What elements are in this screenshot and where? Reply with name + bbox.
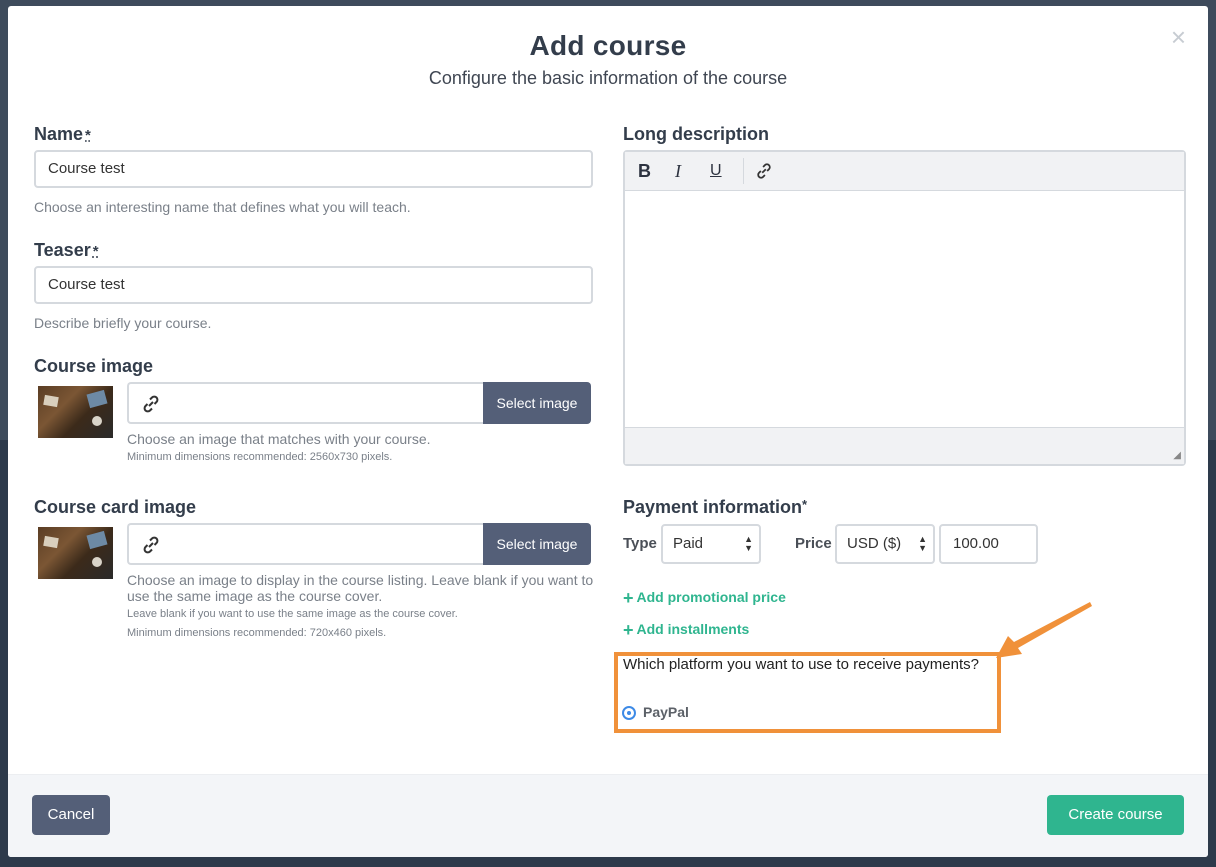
course-image-url-input[interactable] xyxy=(127,382,483,424)
type-select[interactable]: Paid ▲ ▼ xyxy=(661,524,761,564)
teaser-label-text: Teaser xyxy=(34,240,91,260)
add-promotional-price-text: Add promotional price xyxy=(636,589,786,605)
select-arrows-icon: ▲ ▼ xyxy=(918,534,927,553)
price-input[interactable]: 100.00 xyxy=(939,524,1038,564)
editor-toolbar: B I U xyxy=(625,152,1184,191)
name-input[interactable]: Course test xyxy=(34,150,593,188)
bold-button[interactable]: B xyxy=(638,161,651,182)
card-image-dimensions: Minimum dimensions recommended: 720x460 … xyxy=(127,627,387,639)
course-image-thumbnail xyxy=(38,386,113,438)
card-image-blank-note: Leave blank if you want to use the same … xyxy=(127,608,458,620)
plus-icon: + xyxy=(623,620,634,640)
type-select-value: Paid xyxy=(673,535,704,552)
long-description-editor[interactable]: B I U ◢ xyxy=(623,150,1186,466)
plus-icon: + xyxy=(623,588,634,608)
payment-label-text: Payment information xyxy=(623,497,803,517)
cancel-button[interactable]: Cancel xyxy=(32,795,110,835)
modal-title: Add course xyxy=(529,30,687,61)
add-installments-link[interactable]: + Add installments xyxy=(623,620,749,641)
course-image-label: Course image xyxy=(34,356,154,376)
paypal-radio[interactable] xyxy=(622,706,636,720)
annotation-arrow-icon xyxy=(996,602,1092,658)
select-arrows-icon: ▲ ▼ xyxy=(744,534,753,553)
modal-subtitle: Configure the basic information of the c… xyxy=(428,68,788,88)
name-required-mark: * xyxy=(85,127,91,144)
payment-label: Payment information* xyxy=(623,497,807,518)
course-image-select-button[interactable]: Select image xyxy=(483,382,591,424)
link-icon xyxy=(143,395,159,413)
add-installments-text: Add installments xyxy=(636,621,750,637)
create-course-button[interactable]: Create course xyxy=(1047,795,1184,835)
card-image-label: Course card image xyxy=(34,497,197,517)
name-label: Name * xyxy=(34,124,91,145)
resize-handle-icon[interactable]: ◢ xyxy=(1173,450,1181,461)
payment-platform-question: Which platform you want to use to receiv… xyxy=(623,656,980,673)
name-label-text: Name xyxy=(34,124,84,144)
type-label: Type xyxy=(623,535,657,552)
link-icon xyxy=(143,536,159,554)
toolbar-separator xyxy=(743,158,744,184)
card-image-help: Choose an image to display in the course… xyxy=(127,572,594,604)
modal-footer: Cancel Create course xyxy=(8,774,1208,857)
long-description-label: Long description xyxy=(623,124,769,144)
payment-required-mark: * xyxy=(802,497,808,512)
course-image-dimensions: Minimum dimensions recommended: 2560x730… xyxy=(127,451,393,463)
currency-select-value: USD ($) xyxy=(847,535,902,552)
add-course-modal: × Add course Configure the basic informa… xyxy=(8,6,1208,857)
italic-button[interactable]: I xyxy=(675,161,681,182)
add-promotional-price-link[interactable]: + Add promotional price xyxy=(623,588,786,609)
link-button[interactable] xyxy=(755,162,773,185)
underline-button[interactable]: U xyxy=(710,162,722,180)
teaser-label: Teaser * xyxy=(34,240,99,261)
card-image-thumbnail xyxy=(38,527,113,579)
teaser-required-mark: * xyxy=(92,243,99,260)
course-image-help: Choose an image that matches with your c… xyxy=(127,431,431,447)
editor-statusbar: ◢ xyxy=(625,427,1184,464)
paypal-label[interactable]: PayPal xyxy=(643,704,689,720)
currency-select[interactable]: USD ($) ▲ ▼ xyxy=(835,524,935,564)
card-image-select-button[interactable]: Select image xyxy=(483,523,591,565)
link-icon xyxy=(757,163,771,179)
price-label: Price xyxy=(795,535,832,552)
teaser-help: Describe briefly your course. xyxy=(34,315,212,331)
name-help: Choose an interesting name that defines … xyxy=(34,199,411,215)
teaser-input[interactable]: Course test xyxy=(34,266,593,304)
card-image-url-input[interactable] xyxy=(127,523,483,565)
